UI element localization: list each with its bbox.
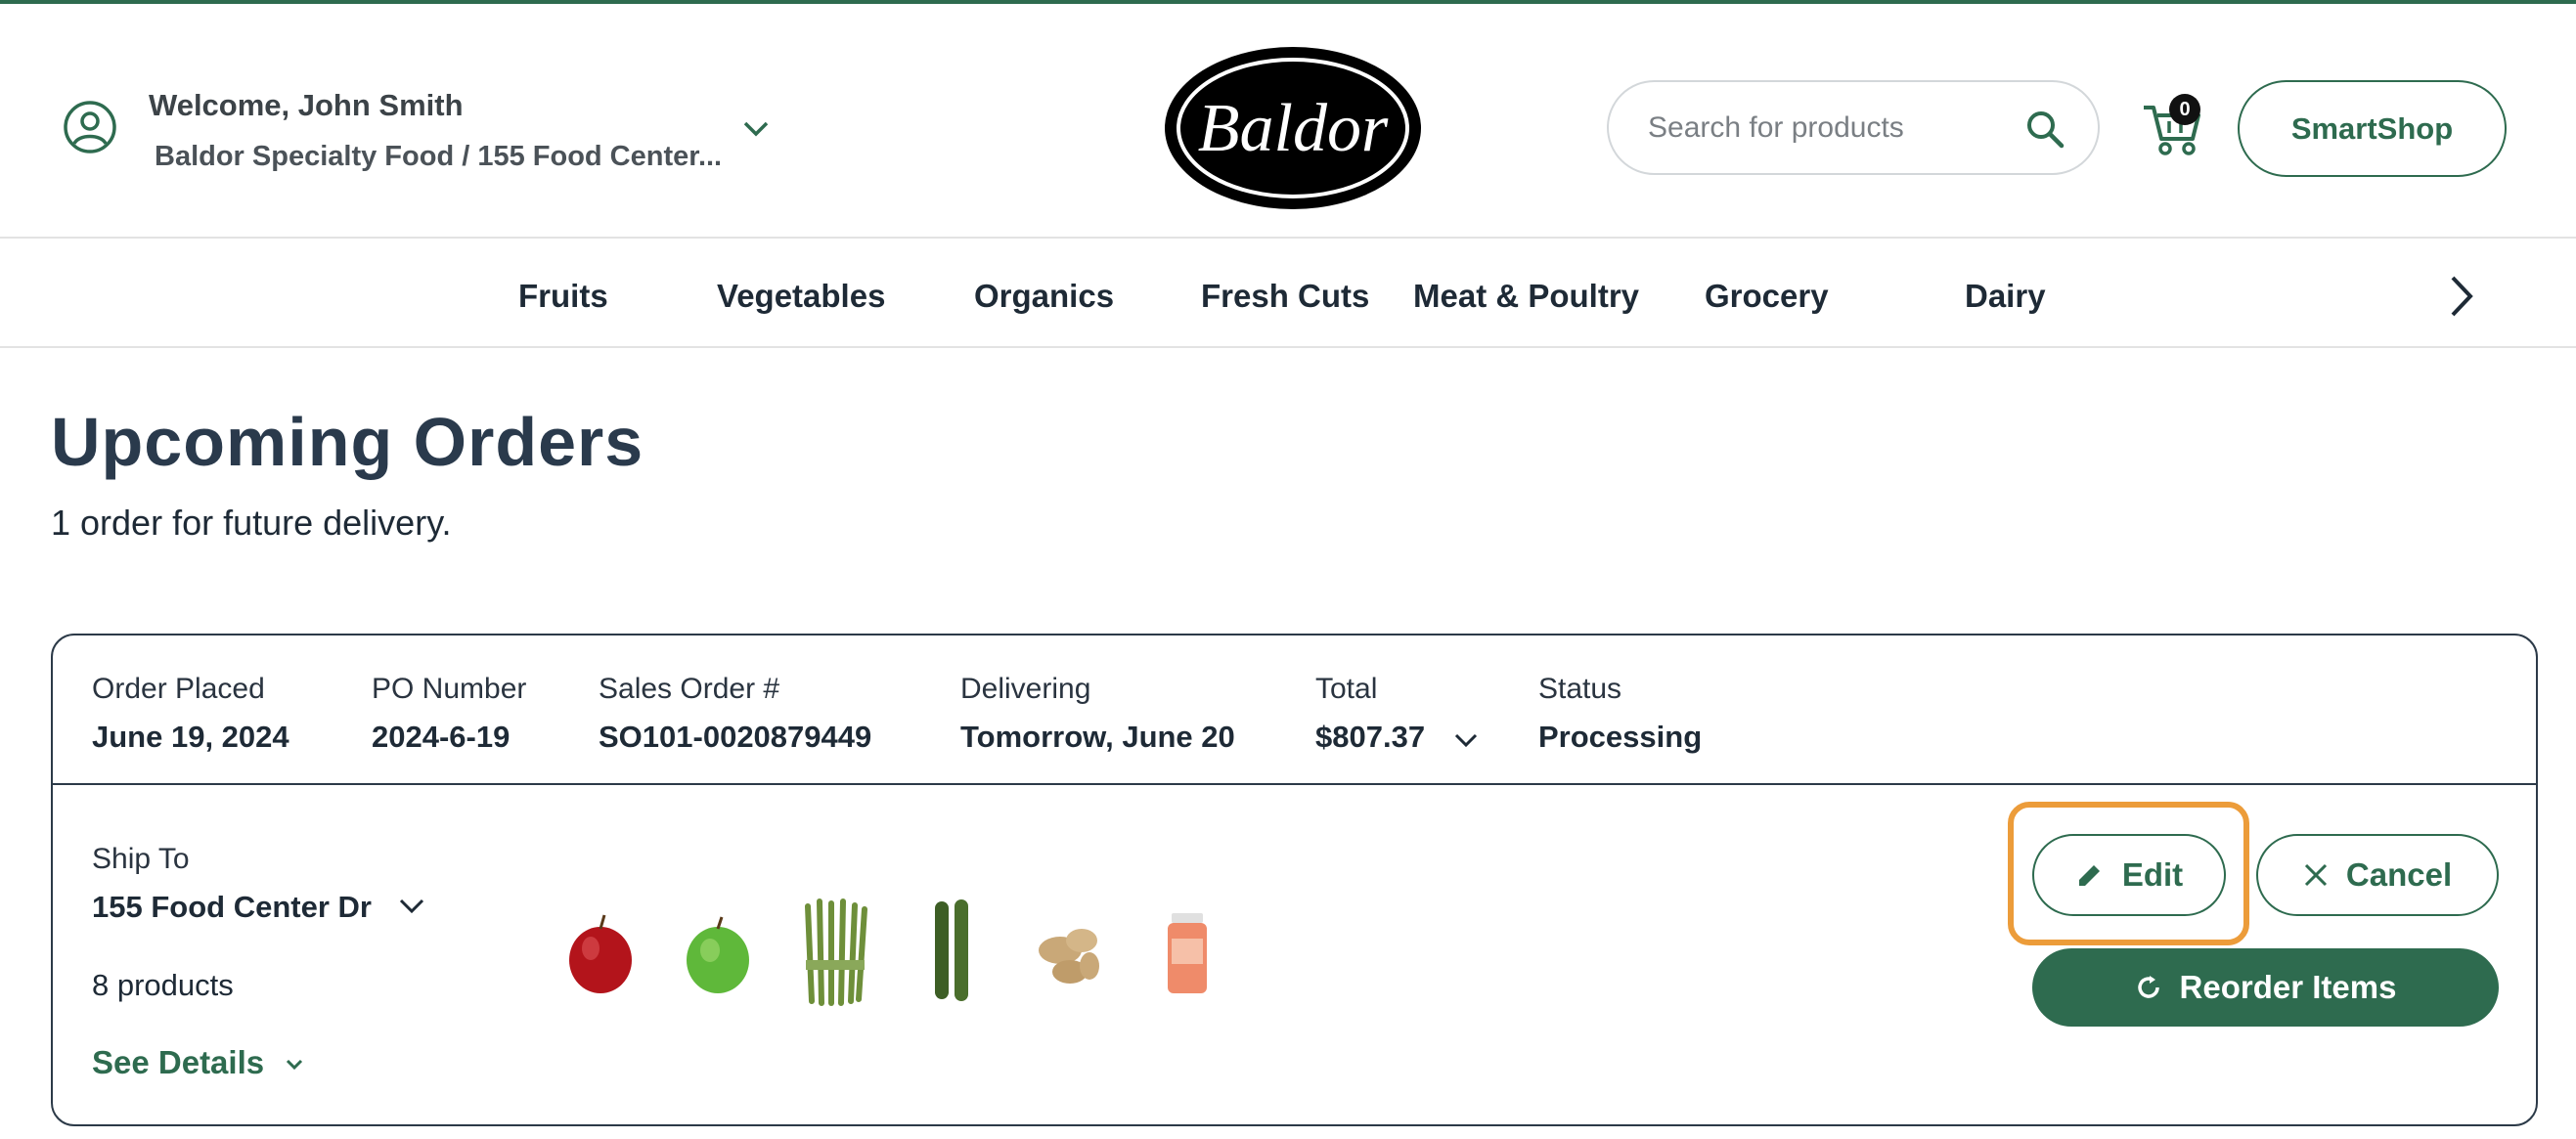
chevron-right-icon[interactable]	[2445, 272, 2478, 321]
reorder-items-button[interactable]: Reorder Items	[2032, 948, 2499, 1027]
status-field: Status Processing	[1538, 673, 1702, 755]
cart-count-badge: 0	[2169, 94, 2200, 125]
chevron-down-icon[interactable]	[741, 115, 771, 141]
see-details-link[interactable]: See Details	[92, 1044, 304, 1081]
account-selector[interactable]: Baldor Specialty Food / 155 Food Center.…	[155, 141, 722, 173]
see-details-label: See Details	[92, 1044, 265, 1080]
nav-item-fresh-cuts[interactable]: Fresh Cuts	[1201, 278, 1369, 315]
svg-text:Baldor: Baldor	[1198, 91, 1389, 166]
status-label: Status	[1538, 673, 1622, 705]
total-label: Total	[1315, 673, 1378, 705]
welcome-text: Welcome, John Smith	[149, 88, 464, 122]
edit-button[interactable]: Edit	[2032, 834, 2226, 916]
search-icon[interactable]	[2025, 110, 2065, 149]
refresh-icon	[2137, 976, 2159, 998]
pencil-icon	[2078, 865, 2100, 886]
order-summary: Order Placed June 19, 2024 PO Number 202…	[53, 635, 2536, 785]
spice-jar-thumbnail	[1168, 913, 1207, 993]
smartshop-button[interactable]: SmartShop	[2238, 80, 2507, 177]
search-box	[1607, 80, 2100, 175]
chevron-down-icon[interactable]	[397, 894, 426, 919]
sales-order-value: SO101-0020879449	[599, 720, 872, 754]
product-count: 8 products	[92, 968, 234, 1002]
delivering-value: Tomorrow, June 20	[960, 720, 1235, 754]
ginger-thumbnail	[1039, 929, 1099, 984]
delivering-label: Delivering	[960, 673, 1091, 705]
ship-to-value[interactable]: 155 Food Center Dr	[92, 890, 372, 925]
chevron-down-icon[interactable]	[1453, 729, 1479, 751]
order-placed-value: June 19, 2024	[92, 720, 289, 754]
nav-item-organics[interactable]: Organics	[974, 278, 1114, 315]
po-number-field: PO Number 2024-6-19	[372, 673, 526, 755]
status-value: Processing	[1538, 720, 1703, 754]
user-icon[interactable]	[63, 100, 117, 154]
search-input[interactable]	[1648, 106, 2020, 151]
nav-item-dairy[interactable]: Dairy	[1965, 278, 2046, 315]
cancel-label: Cancel	[2345, 856, 2453, 893]
total-value: $807.37	[1315, 720, 1426, 754]
category-nav: Fruits Vegetables Organics Fresh Cuts Me…	[0, 242, 2576, 348]
cancel-button[interactable]: Cancel	[2256, 834, 2499, 916]
sales-order-label: Sales Order #	[599, 673, 780, 705]
cucumber-thumbnail	[935, 899, 968, 1001]
order-placed-field: Order Placed June 19, 2024	[92, 673, 289, 755]
reorder-items-label: Reorder Items	[2179, 969, 2397, 1005]
total-field: Total $807.37	[1315, 673, 1425, 755]
close-icon	[2304, 863, 2327, 887]
sales-order-field: Sales Order # SO101-0020879449	[599, 673, 871, 755]
order-card: Order Placed June 19, 2024 PO Number 202…	[51, 634, 2538, 1126]
po-number-label: PO Number	[372, 673, 527, 705]
po-number-value: 2024-6-19	[372, 720, 511, 754]
nav-item-fruits[interactable]: Fruits	[518, 278, 608, 315]
asparagus-thumbnail	[805, 898, 867, 1006]
chevron-down-icon	[287, 1060, 303, 1071]
baldor-logo[interactable]: Baldor	[1163, 45, 1423, 211]
ship-to-label: Ship To	[92, 843, 190, 875]
nav-item-meat-poultry[interactable]: Meat & Poultry	[1413, 278, 1639, 315]
red-apple-thumbnail	[569, 914, 632, 993]
nav-item-grocery[interactable]: Grocery	[1705, 278, 1829, 315]
green-apple-thumbnail	[687, 916, 749, 993]
edit-label: Edit	[2121, 856, 2184, 893]
page-title: Upcoming Orders	[51, 404, 644, 480]
page-subtitle: 1 order for future delivery.	[51, 503, 452, 543]
delivering-field: Delivering Tomorrow, June 20	[960, 673, 1235, 755]
nav-item-vegetables[interactable]: Vegetables	[717, 278, 885, 315]
site-header: Welcome, John Smith Baldor Specialty Foo…	[0, 4, 2576, 239]
order-placed-label: Order Placed	[92, 673, 265, 705]
